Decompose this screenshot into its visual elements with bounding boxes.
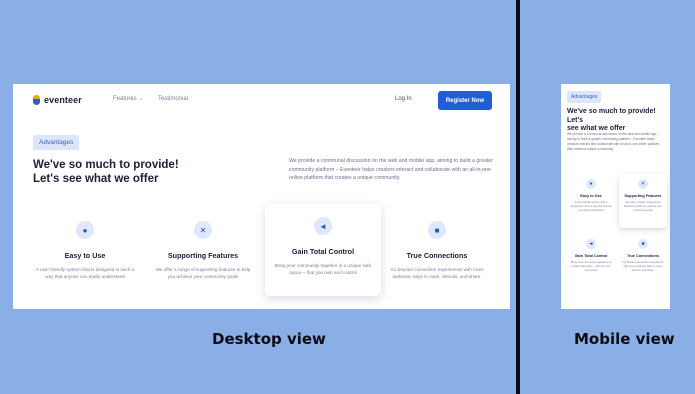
feature-card-gain-total-control: ◄ Gain Total Control Bring your communit…	[567, 234, 615, 288]
feature-card-easy-to-use: ● Easy to Use A user friendly system tha…	[27, 208, 143, 298]
card-title: Gain Total Control	[291, 247, 355, 256]
card-text: Go beyond connection experiences with mo…	[390, 267, 484, 279]
section-description: We provide a communal discussion on the …	[289, 158, 493, 182]
logo[interactable]: eventeer	[33, 95, 82, 105]
chevron-down-icon: ⌄	[138, 96, 143, 102]
card-title: Supporting Features	[167, 251, 239, 260]
heading-line-1: We've so much to provide! Let's	[567, 108, 656, 124]
register-button[interactable]: Register Now	[438, 91, 492, 110]
card-title: Supporting Features	[624, 194, 662, 198]
divider	[516, 0, 520, 394]
feature-card-true-connections: ■ True Connections Go beyond connection …	[379, 208, 495, 298]
feature-card-easy-to-use: ● Easy to Use A user friendly system tha…	[567, 174, 615, 228]
navbar: eventeer Features ⌄ Testimonial Log In R…	[13, 84, 510, 114]
login-link[interactable]: Log In	[395, 96, 412, 102]
nav-features[interactable]: Features ⌄	[113, 96, 143, 102]
advantages-badge: Advantages	[567, 91, 602, 103]
desktop-view-frame: eventeer Features ⌄ Testimonial Log In R…	[13, 84, 510, 309]
heading-line-2: Let's see what we offer	[33, 173, 159, 185]
megaphone-icon: ◄	[586, 239, 596, 249]
card-text: Bring your community together in a uniqu…	[570, 261, 612, 272]
logo-text: eventeer	[44, 95, 82, 105]
chat-icon: ■	[638, 239, 648, 249]
users-icon: ●	[586, 179, 596, 189]
card-text: Bring your community together in a uniqu…	[274, 263, 372, 275]
section-heading: We've so much to provide! Let's see what…	[33, 158, 213, 186]
feature-card-true-connections: ■ True Connections Go beyond connection …	[619, 234, 667, 288]
megaphone-icon: ◄	[314, 217, 332, 235]
card-title: True Connections	[406, 251, 468, 260]
advantages-badge: Advantages	[33, 135, 80, 150]
card-title: True Connections	[626, 254, 660, 258]
nav-features-label: Features	[113, 96, 137, 102]
section-description: We provide a communal discussion on the …	[567, 132, 660, 151]
card-text: Go beyond connection experiences with mo…	[622, 261, 664, 272]
feature-card-supporting-features: ✕ Supporting Features We offer a range o…	[619, 174, 667, 228]
feature-card-gain-total-control: ◄ Gain Total Control Bring your communit…	[265, 204, 381, 296]
card-title: Easy to Use	[64, 251, 106, 260]
desktop-view-caption: Desktop view	[212, 330, 326, 348]
chat-icon: ■	[428, 221, 446, 239]
card-text: We offer a range of supporting features …	[155, 267, 251, 279]
logo-icon	[33, 95, 41, 105]
heading-line-1: We've so much to provide!	[33, 159, 179, 171]
feature-card-supporting-features: ✕ Supporting Features We offer a range o…	[145, 208, 261, 298]
tools-icon: ✕	[638, 179, 648, 189]
card-title: Gain Total Control	[574, 254, 608, 258]
users-icon: ●	[76, 221, 94, 239]
nav-testimonial[interactable]: Testimonial	[158, 96, 188, 102]
card-title: Easy to Use	[580, 194, 602, 198]
card-text: A user friendly system that is designed …	[35, 267, 135, 279]
card-text: We offer a range of supporting features …	[623, 201, 663, 212]
mobile-view-caption: Mobile view	[574, 330, 675, 348]
tools-icon: ✕	[194, 221, 212, 239]
section-heading: We've so much to provide! Let's see what…	[567, 108, 667, 134]
mobile-view-frame: Advantages We've so much to provide! Let…	[561, 84, 670, 309]
card-text: A user friendly system that is designed …	[570, 201, 612, 212]
